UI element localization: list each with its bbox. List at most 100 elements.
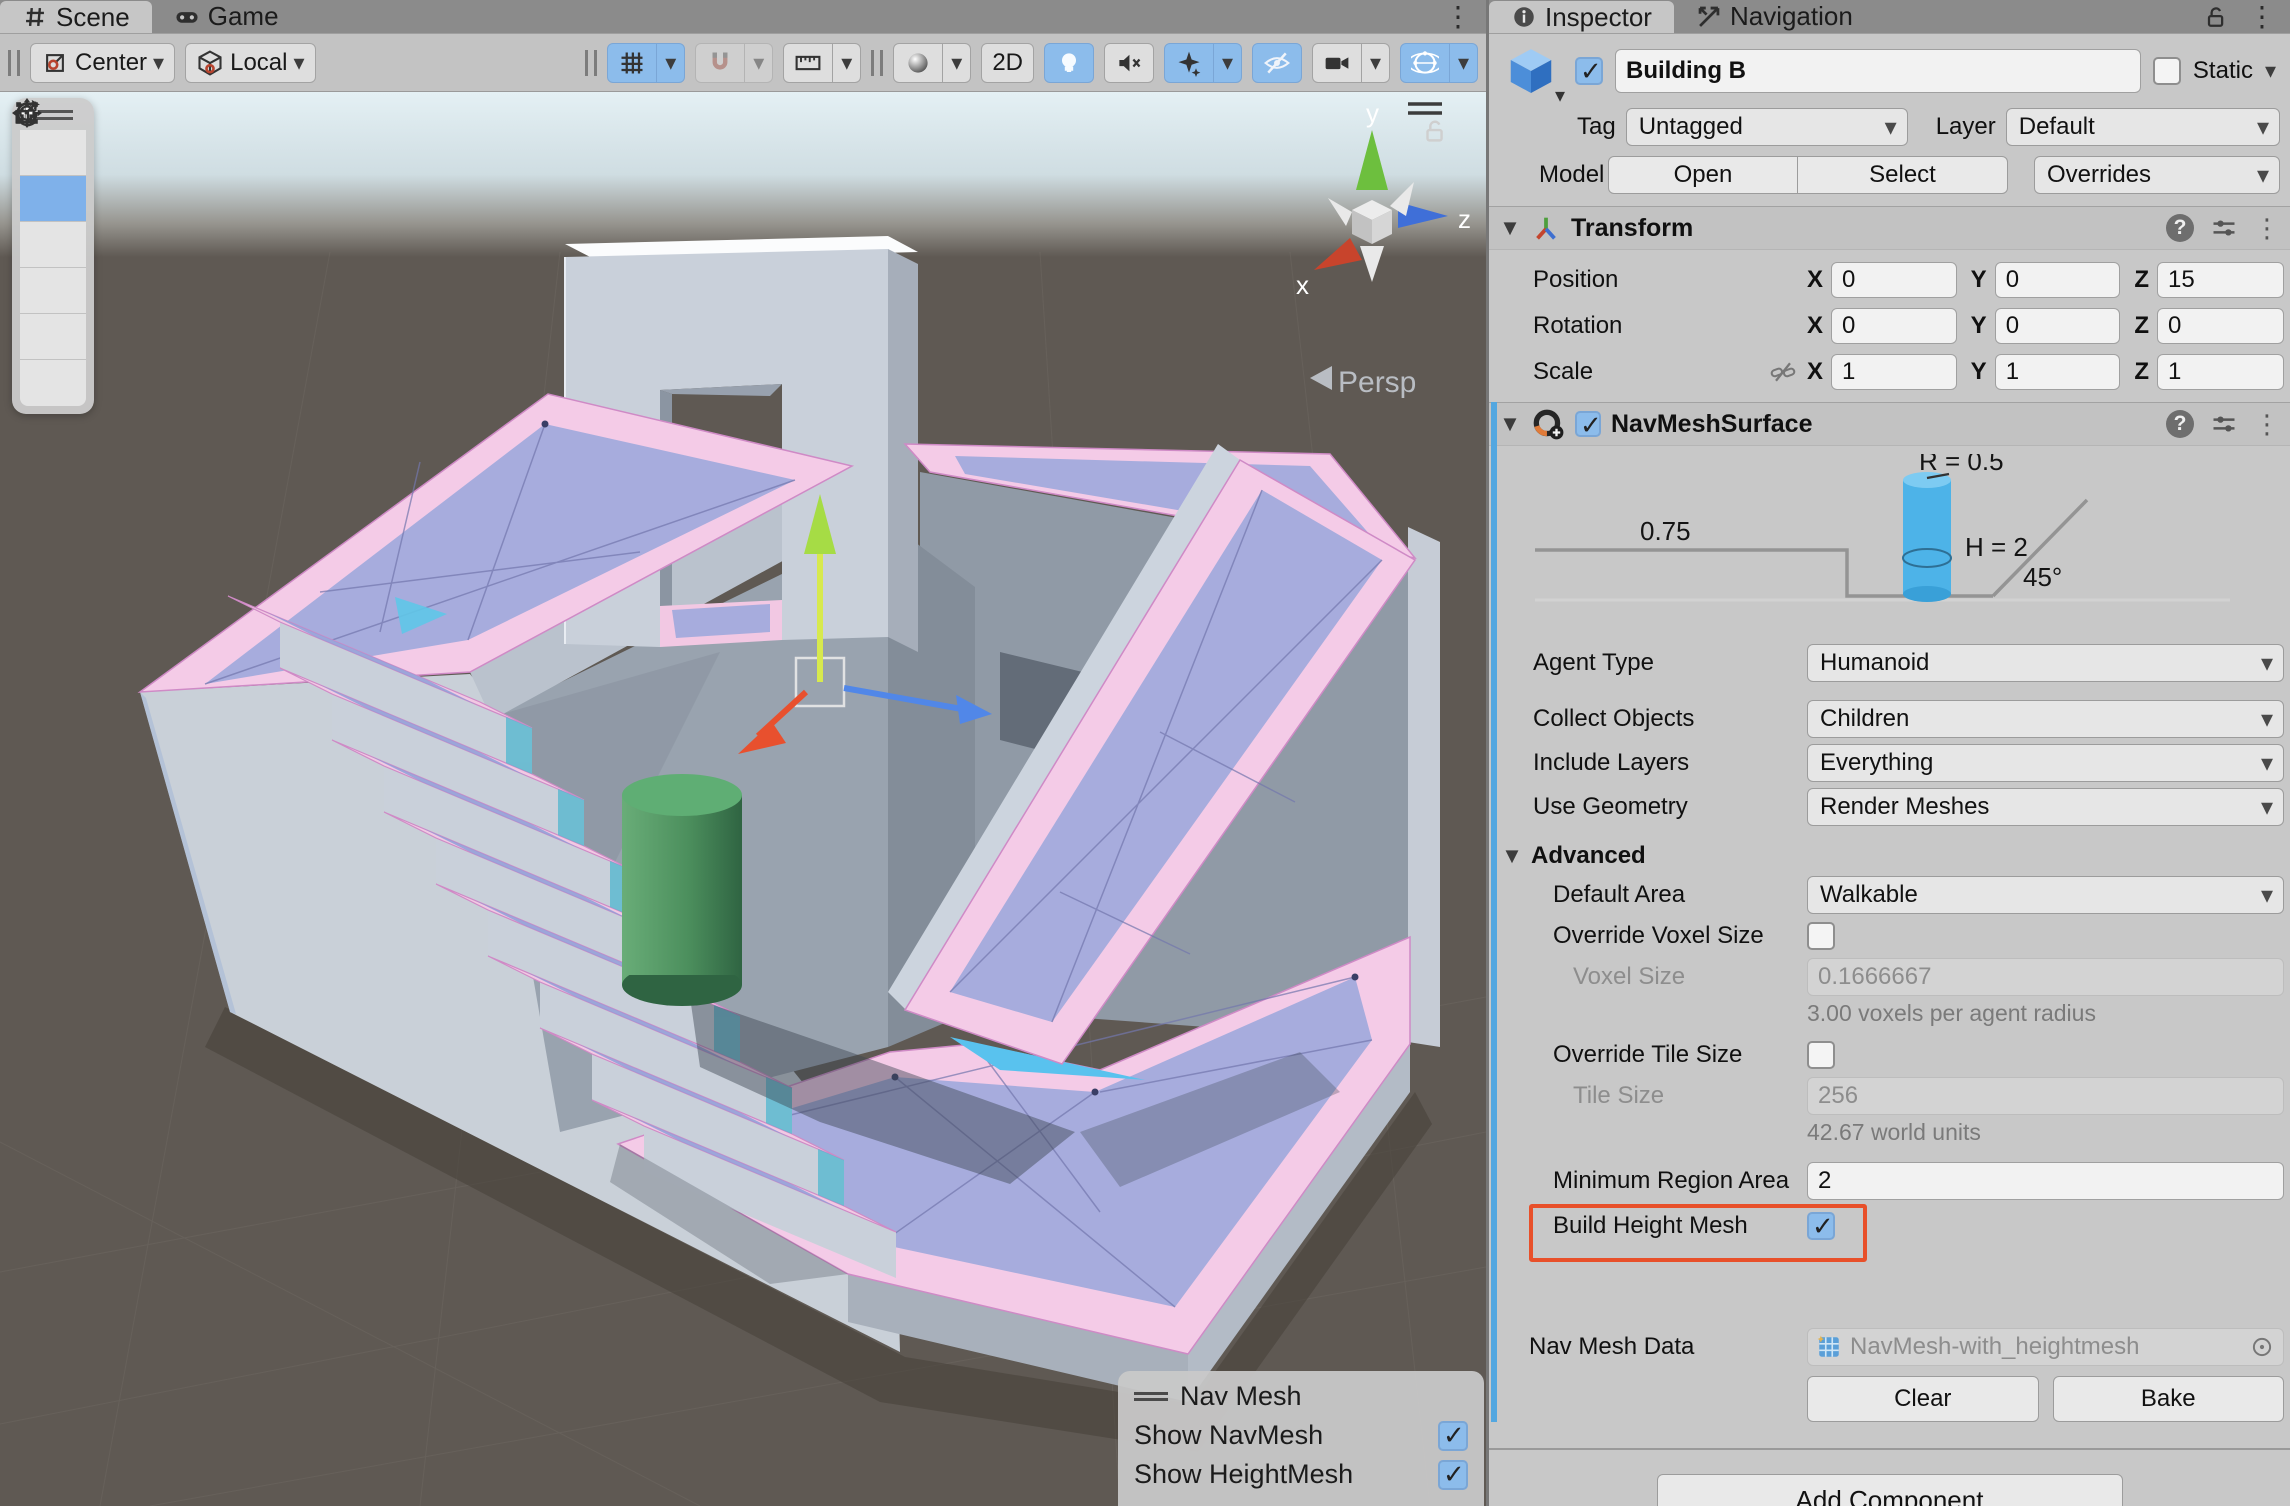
layer-dropdown[interactable]: Default <box>2006 108 2280 146</box>
tab-navigation[interactable]: Navigation <box>1674 0 1875 33</box>
override-voxel-size-checkbox[interactable] <box>1807 922 1835 950</box>
tab-game[interactable]: Game <box>152 0 301 33</box>
toolbar-grip[interactable] <box>8 50 20 76</box>
scene-tabbar: Scene Game ⋮ <box>0 0 1486 34</box>
component-enabled-checkbox[interactable] <box>1575 411 1601 437</box>
use-geometry-label: Use Geometry <box>1489 793 1807 821</box>
add-component-button[interactable]: Add Component <box>1657 1474 2123 1506</box>
scene-3d-canvas[interactable]: y z x Persp <box>0 92 1486 1506</box>
gameobject-active-checkbox[interactable] <box>1575 57 1603 85</box>
presets-icon[interactable] <box>2210 214 2238 242</box>
collect-objects-label: Collect Objects <box>1489 705 1807 733</box>
gizmos-dropdown[interactable]: ▾ <box>1450 43 1478 83</box>
use-geometry-dropdown[interactable]: Render Meshes <box>1807 788 2284 826</box>
override-tile-size-checkbox[interactable] <box>1807 1041 1835 1069</box>
show-heightmesh-label: Show HeightMesh <box>1134 1459 1353 1490</box>
scale-x-field[interactable] <box>1831 354 1957 390</box>
prefab-expand-icon[interactable]: ▾ <box>1555 83 1565 108</box>
gameobject-name-field[interactable] <box>1615 49 2141 93</box>
effects-dropdown[interactable]: ▾ <box>1214 43 1242 83</box>
rotation-z-field[interactable] <box>2157 308 2284 344</box>
toolbar-grip[interactable] <box>871 50 883 76</box>
snap-options-dropdown[interactable]: ▾ <box>745 43 773 83</box>
show-navmesh-checkbox[interactable] <box>1438 1421 1468 1451</box>
transform-header[interactable]: ▼ Transform ? ⋮ <box>1489 206 2290 250</box>
move-tool-button[interactable] <box>20 176 86 222</box>
navmeshsurface-header[interactable]: ▼ NavMeshSurface ? ⋮ <box>1489 402 2290 446</box>
2d-view-toggle[interactable]: 2D <box>981 43 1034 83</box>
position-y-field[interactable] <box>1995 262 2121 298</box>
lock-icon[interactable] <box>2202 3 2230 31</box>
rotate-tool-button[interactable] <box>20 222 86 268</box>
model-label: Model <box>1539 161 1608 189</box>
cube-icon <box>196 49 224 77</box>
tab-scene[interactable]: Scene <box>0 1 152 33</box>
override-voxel-size-label: Override Voxel Size <box>1489 922 1807 950</box>
camera-settings-button[interactable] <box>1312 43 1362 83</box>
foldout-icon[interactable]: ▼ <box>1499 411 1521 437</box>
component-menu-icon[interactable]: ⋮ <box>2254 409 2280 440</box>
grid-visibility-toggle[interactable] <box>607 43 657 83</box>
tool-handle-rotation-button[interactable]: Local▾ <box>185 43 315 83</box>
transform-tool-button[interactable] <box>20 360 86 406</box>
bake-button[interactable]: Bake <box>2053 1376 2285 1422</box>
help-icon[interactable]: ? <box>2166 214 2194 242</box>
tab-inspector[interactable]: Inspector <box>1489 1 1674 33</box>
draw-mode-dropdown[interactable]: ▾ <box>943 43 971 83</box>
clear-button[interactable]: Clear <box>1807 1376 2039 1422</box>
grid-options-dropdown[interactable]: ▾ <box>657 43 685 83</box>
scale-z-field[interactable] <box>2157 354 2284 390</box>
rotation-y-field[interactable] <box>1995 308 2121 344</box>
toolbar-grip[interactable] <box>585 50 597 76</box>
show-heightmesh-checkbox[interactable] <box>1438 1460 1468 1490</box>
gizmos-toggle[interactable] <box>1400 43 1450 83</box>
object-picker-icon[interactable] <box>2249 1334 2275 1360</box>
inspector-menu-icon[interactable]: ⋮ <box>2234 3 2290 31</box>
model-open-button[interactable]: Open <box>1608 156 1798 194</box>
view-tool-button[interactable] <box>20 130 86 176</box>
nav-mesh-data-field[interactable]: NavMesh-with_heightmesh <box>1807 1328 2284 1366</box>
snap-toggle[interactable] <box>695 43 745 83</box>
include-layers-dropdown[interactable]: Everything <box>1807 744 2284 782</box>
scale-tool-button[interactable] <box>20 268 86 314</box>
model-select-button[interactable]: Select <box>1798 156 2008 194</box>
transform-component: ▼ Transform ? ⋮ Position X Y <box>1489 206 2290 402</box>
model-overrides-dropdown[interactable]: Overrides <box>2034 156 2280 194</box>
draw-mode-button[interactable] <box>893 43 943 83</box>
minimum-region-area-field[interactable] <box>1807 1162 2284 1200</box>
scene-lighting-toggle[interactable] <box>1044 43 1094 83</box>
foldout-icon[interactable]: ▼ <box>1499 215 1521 241</box>
help-icon[interactable]: ? <box>2166 410 2194 438</box>
tool-handle-position-button[interactable]: Center▾ <box>30 43 175 83</box>
effects-toggle[interactable] <box>1164 43 1214 83</box>
voxel-size-hint: 3.00 voxels per agent radius <box>1807 1000 2096 1027</box>
audio-mute-toggle[interactable] <box>1104 43 1154 83</box>
scene-visibility-toggle[interactable] <box>1252 43 1302 83</box>
prefab-icon[interactable] <box>1504 44 1558 98</box>
snap-increment-button[interactable] <box>783 43 833 83</box>
presets-icon[interactable] <box>2210 410 2238 438</box>
rect-tool-button[interactable] <box>20 314 86 360</box>
scene-viewport[interactable]: y z x Persp <box>0 92 1486 1506</box>
scene-toolbar: Center▾ Local▾ ▾ ▾ ▾ <box>0 34 1486 92</box>
projection-label[interactable]: Persp <box>1338 366 1416 399</box>
tag-dropdown[interactable]: Untagged <box>1626 108 1908 146</box>
collect-objects-dropdown[interactable]: Children <box>1807 700 2284 738</box>
snap-increment-dropdown[interactable]: ▾ <box>833 43 861 83</box>
build-height-mesh-checkbox[interactable] <box>1807 1212 1835 1240</box>
static-dropdown-icon[interactable]: ▾ <box>2265 58 2280 84</box>
link-broken-icon[interactable] <box>1769 358 1797 386</box>
position-x-field[interactable] <box>1831 262 1957 298</box>
camera-settings-dropdown[interactable]: ▾ <box>1362 43 1390 83</box>
component-menu-icon[interactable]: ⋮ <box>2254 213 2280 244</box>
position-label: Position <box>1489 266 1807 294</box>
agent-type-dropdown[interactable]: Humanoid <box>1807 644 2284 682</box>
overlay-drag-handle[interactable] <box>1134 1392 1168 1401</box>
advanced-foldout[interactable]: ▼ Advanced <box>1489 842 2290 870</box>
default-area-dropdown[interactable]: Walkable <box>1807 876 2284 914</box>
position-z-field[interactable] <box>2157 262 2284 298</box>
rotation-x-field[interactable] <box>1831 308 1957 344</box>
scale-y-field[interactable] <box>1995 354 2121 390</box>
static-checkbox[interactable] <box>2153 57 2181 85</box>
scene-tab-menu-icon[interactable]: ⋮ <box>1430 3 1486 31</box>
